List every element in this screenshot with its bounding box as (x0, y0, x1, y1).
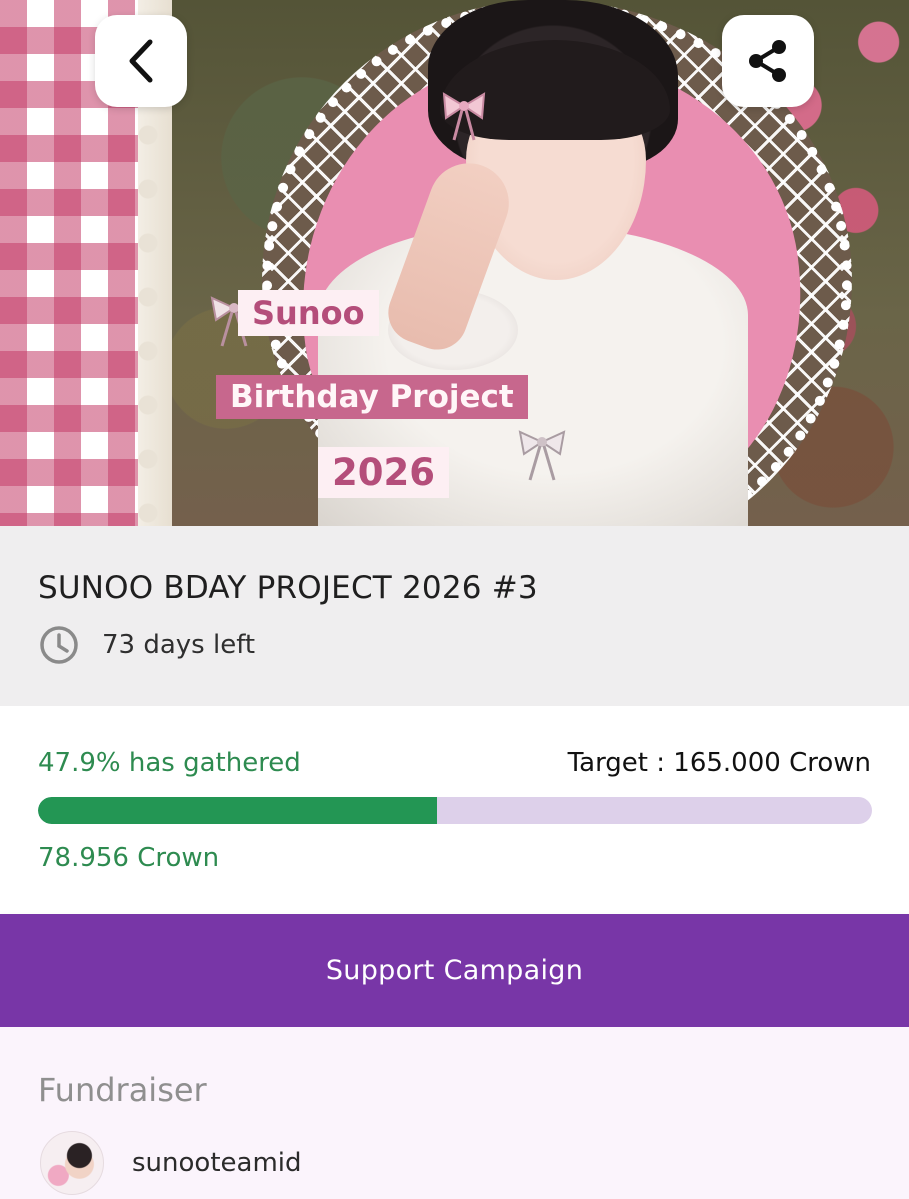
banner-text-year: 2026 (318, 447, 449, 498)
avatar[interactable] (40, 1131, 104, 1195)
days-left-text: 73 days left (102, 630, 256, 660)
support-campaign-button[interactable]: Support Campaign (0, 914, 909, 1027)
chevron-left-icon (129, 39, 153, 83)
banner-text-name: Sunoo (238, 290, 379, 336)
back-button[interactable] (95, 15, 187, 107)
gathered-percentage: 47.9% has gathered (38, 748, 301, 778)
fundraiser-section: Fundraiser sunooteamid (0, 1027, 909, 1199)
hero-banner-image: Sunoo Birthday Project 2026 (0, 0, 909, 526)
fundraiser-name[interactable]: sunooteamid (132, 1148, 302, 1178)
progress-bar-fill (38, 797, 438, 824)
progress-bar (38, 797, 872, 824)
share-icon (749, 40, 786, 82)
time-remaining: 73 days left (38, 624, 255, 666)
fundraiser-heading: Fundraiser (38, 1071, 207, 1109)
target-amount: Target : 165.000 Crown (567, 748, 871, 778)
funding-progress: 47.9% has gathered Target : 165.000 Crow… (0, 706, 909, 914)
share-button[interactable] (722, 15, 814, 107)
campaign-header: SUNOO BDAY PROJECT 2026 #3 73 days left (0, 526, 909, 706)
campaign-detail-screen: Sunoo Birthday Project 2026 SUNOO BDAY P… (0, 0, 909, 1199)
ribbon-bow-icon (442, 92, 486, 141)
clock-icon (40, 626, 78, 664)
collected-amount: 78.956 Crown (38, 843, 220, 873)
ribbon-bow-icon (518, 430, 566, 481)
campaign-title: SUNOO BDAY PROJECT 2026 #3 (38, 570, 538, 606)
banner-text-project: Birthday Project (216, 375, 528, 419)
fundraiser-profile[interactable]: sunooteamid (40, 1131, 302, 1195)
